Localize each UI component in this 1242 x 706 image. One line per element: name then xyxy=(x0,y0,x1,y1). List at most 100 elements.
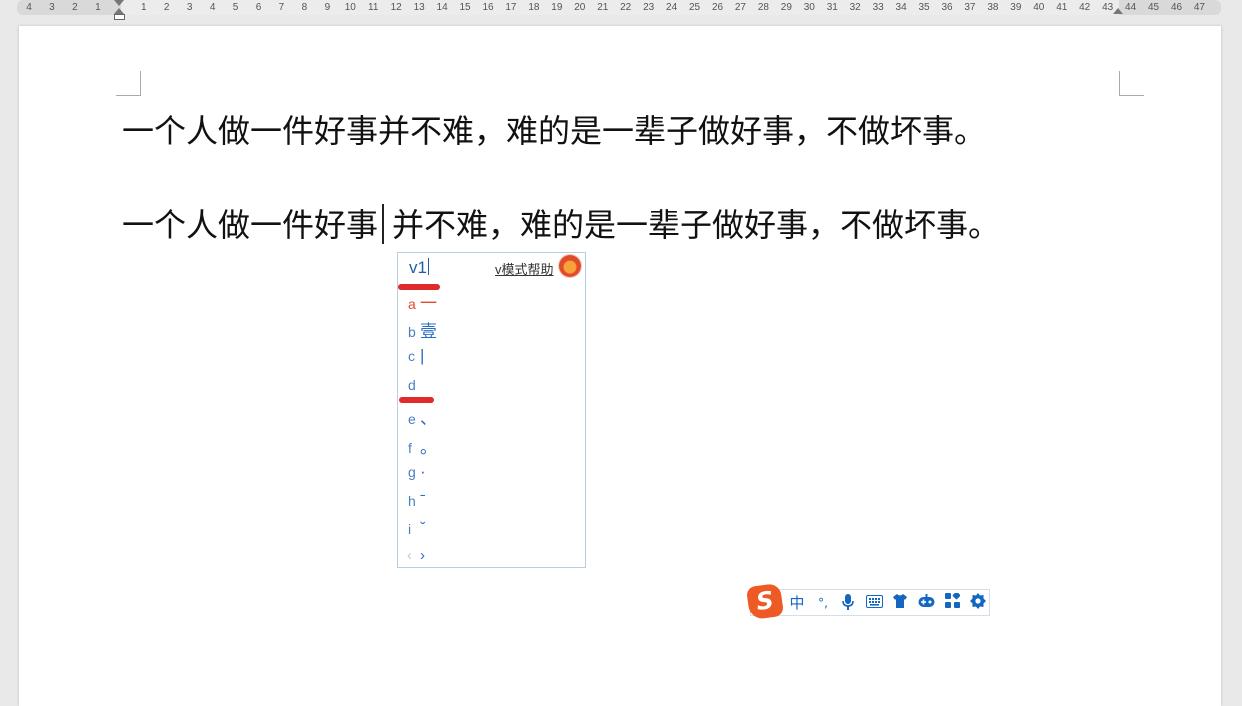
next-page-button[interactable]: › xyxy=(420,547,425,564)
mic-icon[interactable] xyxy=(838,593,858,613)
candidate-key: a xyxy=(408,296,416,312)
candidate-f[interactable]: f。 xyxy=(408,433,437,458)
skin-icon[interactable] xyxy=(890,593,910,613)
ruler-tick-label: 46 xyxy=(1170,2,1183,13)
ruler-tick-label: 42 xyxy=(1079,2,1091,13)
right-indent-marker[interactable] xyxy=(1113,8,1123,14)
first-line-indent-marker[interactable] xyxy=(114,0,124,6)
candidate-key: i xyxy=(408,521,412,537)
left-indent-marker[interactable] xyxy=(114,14,125,20)
ruler-tick-label: 15 xyxy=(459,2,471,13)
ruler-tick-label: 24 xyxy=(666,2,678,13)
ime-input-text: v1 xyxy=(409,258,427,277)
ime-composition-input: v1 xyxy=(409,258,429,278)
ruler-tick-label: 25 xyxy=(688,2,701,13)
ruler-tick-label: 18 xyxy=(528,2,540,13)
ruler-tick-label: 11 xyxy=(368,2,379,13)
sogou-logo-icon[interactable]: S xyxy=(745,582,785,621)
candidate-key: h xyxy=(408,493,416,509)
candidate-key: e xyxy=(408,411,416,427)
punctuation-button[interactable]: °, xyxy=(813,593,833,613)
ruler-tick-label: 22 xyxy=(620,2,632,13)
ruler-tick-label: 34 xyxy=(895,2,907,13)
ruler-tick-label: 2 xyxy=(72,2,78,13)
candidate-d[interactable]: d xyxy=(408,375,420,395)
margin-corner-top-right xyxy=(1119,71,1144,96)
candidate-b[interactable]: b壹 xyxy=(408,317,437,342)
ruler-tick-label: 45 xyxy=(1147,2,1160,13)
ruler-tick-label: 12 xyxy=(390,2,402,13)
candidate-h[interactable]: hˉ xyxy=(408,491,426,511)
candidate-value: 一 xyxy=(420,294,437,313)
ruler-tick-label: 20 xyxy=(574,2,586,13)
apps-icon[interactable] xyxy=(942,591,962,613)
candidate-key: d xyxy=(408,377,416,393)
ruler-tick-label: 47 xyxy=(1193,2,1205,13)
ruler-tick-label: 4 xyxy=(26,2,32,13)
candidate-c[interactable]: c | xyxy=(408,346,424,366)
ruler-tick-label: 31 xyxy=(826,2,838,13)
ruler-tick-label: 3 xyxy=(49,2,55,13)
ruler-tick-label: 27 xyxy=(734,2,746,13)
ime-candidate-window[interactable]: v1 v模式帮助 a一 b壹 c | d e、 f。 g · hˉ iˇ ‹ › xyxy=(397,252,586,568)
paragraph-1[interactable]: 一个人做一件好事并不难，难的是一辈子做好事，不做坏事。 xyxy=(122,106,986,152)
text-caret xyxy=(382,204,385,244)
ruler-tick-label: 35 xyxy=(918,2,930,13)
annotation-underline-bottom xyxy=(399,397,434,403)
ruler-tick-label: 13 xyxy=(413,2,425,13)
game-icon[interactable] xyxy=(916,593,936,613)
ruler-tick-label: 33 xyxy=(872,2,884,13)
candidate-value: | xyxy=(420,346,425,365)
candidate-value: 壹 xyxy=(420,322,437,341)
paragraph-2[interactable]: 一个人做一件好事 并不难，难的是一辈子做好事，不做坏事。 xyxy=(122,200,1000,246)
v-mode-help-link[interactable]: v模式帮助 xyxy=(495,259,554,278)
candidate-key: g xyxy=(408,464,416,480)
ruler-tick-label: 16 xyxy=(482,2,494,13)
candidate-g[interactable]: g · xyxy=(408,462,426,482)
candidate-value: 、 xyxy=(420,409,437,428)
ruler-tick-label: 10 xyxy=(344,2,356,13)
ruler-tick-label: 32 xyxy=(849,2,861,13)
ruler-tick-label: 44 xyxy=(1125,2,1137,13)
ruler-tick-label: 5 xyxy=(232,2,239,13)
ruler-tick-label: 1 xyxy=(95,2,101,13)
ruler-tick-label: 14 xyxy=(436,2,448,13)
ruler-tick-label: 38 xyxy=(987,2,999,13)
ruler-tick-label: 28 xyxy=(757,2,769,13)
ruler-tick-label: 26 xyxy=(711,2,724,13)
ruler-tick-label: 6 xyxy=(255,2,262,13)
candidate-key: f xyxy=(408,440,412,456)
ruler-tick-label: 7 xyxy=(278,2,285,13)
candidate-i[interactable]: iˇ xyxy=(408,519,426,539)
settings-icon[interactable] xyxy=(968,593,988,613)
ruler-tick-label: 3 xyxy=(186,2,193,13)
ruler-tick-label: 2 xyxy=(163,2,170,13)
chinese-mode-button[interactable]: 中 xyxy=(787,593,807,613)
ruler-tick-label: 21 xyxy=(597,2,609,13)
prev-page-button[interactable]: ‹ xyxy=(407,547,412,564)
ruler-tick-label: 17 xyxy=(505,2,517,13)
ime-status-toolbar[interactable]: S 中 °, xyxy=(745,582,990,621)
ruler-tick-label: 23 xyxy=(643,2,655,13)
ime-input-caret xyxy=(427,258,429,275)
candidate-key: b xyxy=(408,324,416,340)
ruler-tick-label: 8 xyxy=(301,2,308,13)
margin-corner-top-left xyxy=(116,71,141,96)
candidate-value: ˉ xyxy=(420,491,426,510)
ruler-tick-label: 37 xyxy=(964,2,976,13)
candidate-e[interactable]: e、 xyxy=(408,404,437,429)
ruler-tick-label: 41 xyxy=(1056,2,1068,13)
ime-mascot-icon[interactable] xyxy=(559,255,581,277)
ruler-tick-label: 1 xyxy=(140,2,147,13)
document-page[interactable]: 一个人做一件好事并不难，难的是一辈子做好事，不做坏事。 一个人做一件好事 并不难，… xyxy=(19,26,1221,706)
keyboard-icon[interactable] xyxy=(864,593,884,613)
candidate-pager: ‹ › xyxy=(407,547,425,564)
candidate-a[interactable]: a一 xyxy=(408,289,437,314)
ruler-tick-label: 43 xyxy=(1102,2,1114,13)
ruler-tick-label: 30 xyxy=(803,2,815,13)
ruler-tick-label: 9 xyxy=(324,2,331,13)
horizontal-ruler[interactable]: 4 3 2 1 1 2 3 4 5 6 7 8 9 10 11 12 13 14 15 16 17 18 19 20 21 22 2… xyxy=(17,0,1221,20)
ruler-tick-label: 40 xyxy=(1033,2,1045,13)
candidate-value: ˇ xyxy=(420,519,426,538)
ruler-tick-label: 19 xyxy=(551,2,563,13)
